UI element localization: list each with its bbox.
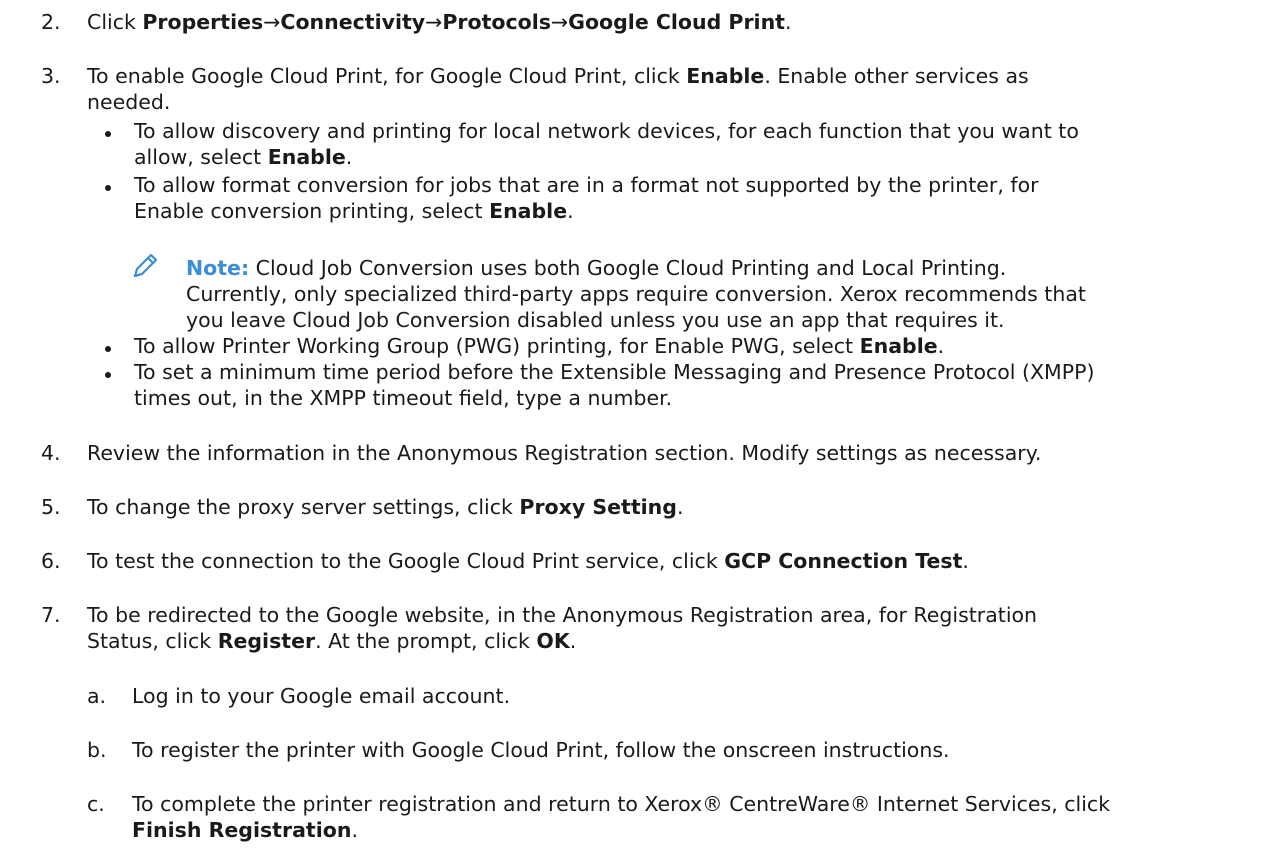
step-7-line-1: To be redirected to the Google website, …	[87, 603, 1038, 627]
bullet-4-line-1: To set a minimum time period before the …	[134, 360, 1095, 384]
bullet-dot	[105, 185, 111, 191]
bullet-1-line-2: allow, select Enable.	[134, 145, 353, 169]
bullet-4-line-2: times out, in the XMPP timeout field, ty…	[134, 386, 673, 410]
note-label: Note:	[186, 256, 250, 280]
bullet-dot	[105, 131, 111, 137]
bullet-dot	[105, 346, 111, 352]
substep-c-line-2: Finish Registration.	[132, 818, 358, 842]
step-number: 2.	[41, 10, 61, 34]
substep-a-text: Log in to your Google email account.	[132, 684, 511, 708]
step-number: 7.	[41, 603, 61, 627]
step-2-text: Click Properties→Connectivity→Protocols→…	[87, 10, 792, 34]
step-number: 4.	[41, 441, 61, 465]
step-number: 5.	[41, 495, 61, 519]
note-line-1: Note: Cloud Job Conversion uses both Goo…	[186, 256, 1007, 280]
step-number: 3.	[41, 64, 61, 88]
bullet-2-line-2: Enable conversion printing, select Enabl…	[134, 199, 574, 223]
bullet-1-line-1: To allow discovery and printing for loca…	[134, 119, 1079, 143]
step-5-text: To change the proxy server settings, cli…	[87, 495, 684, 519]
step-4-text: Review the information in the Anonymous …	[87, 441, 1042, 465]
step-3-line-2: needed.	[87, 90, 171, 114]
substep-c-line-1: To complete the printer registration and…	[132, 792, 1111, 816]
note-line-3: you leave Cloud Job Conversion disabled …	[186, 308, 1005, 332]
note-line-2: Currently, only specialized third-party …	[186, 282, 1086, 306]
step-6-text: To test the connection to the Google Clo…	[87, 549, 969, 573]
bullet-3-text: To allow Printer Working Group (PWG) pri…	[134, 334, 945, 358]
substep-letter: a.	[87, 684, 107, 708]
pencil-icon	[133, 253, 158, 278]
bullet-dot	[105, 372, 111, 378]
step-3-line-1: To enable Google Cloud Print, for Google…	[87, 64, 1029, 88]
substep-letter: b.	[87, 738, 107, 762]
step-7-line-2: Status, click Register. At the prompt, c…	[87, 629, 577, 653]
substep-b-text: To register the printer with Google Clou…	[132, 738, 950, 762]
substep-letter: c.	[87, 792, 105, 816]
step-number: 6.	[41, 549, 61, 573]
bullet-2-line-1: To allow format conversion for jobs that…	[134, 173, 1039, 197]
